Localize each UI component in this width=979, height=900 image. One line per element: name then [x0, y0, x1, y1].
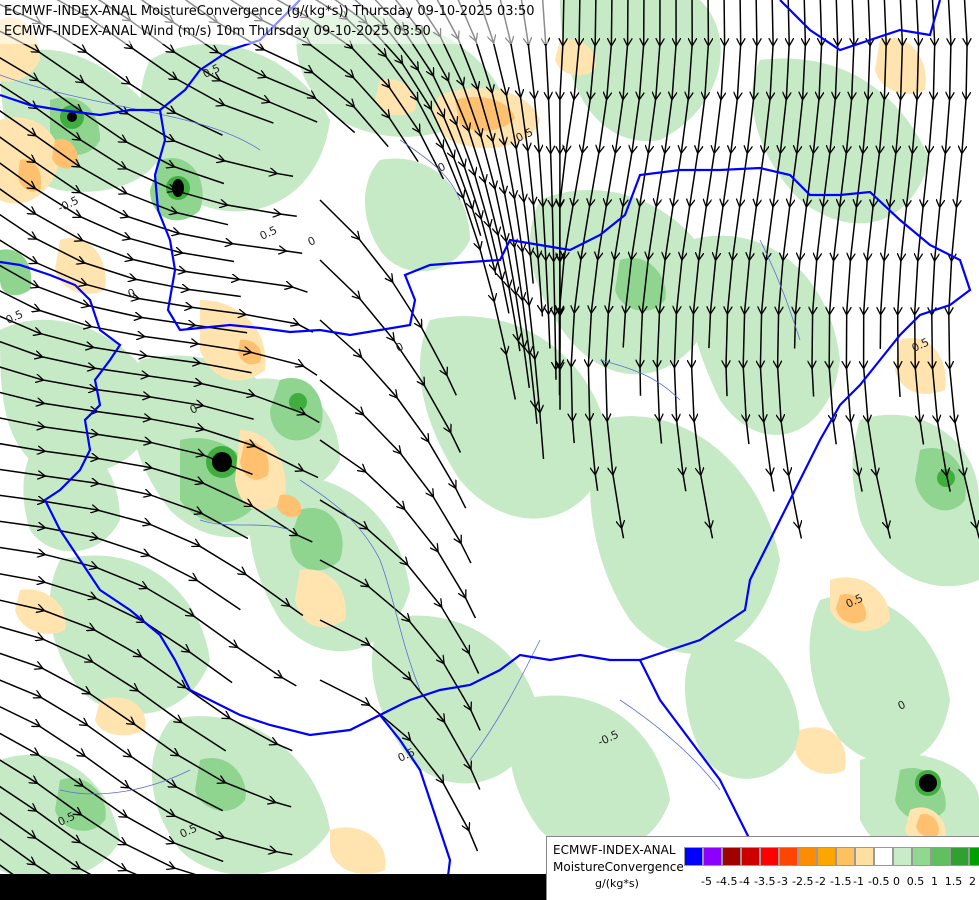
- legend-tick-label: 2: [969, 875, 976, 888]
- legend-swatch: [931, 847, 950, 866]
- legend-tick-label: -0.5: [868, 875, 890, 888]
- contour-label: -0.5: [56, 194, 81, 215]
- legend-swatch: [798, 847, 817, 866]
- legend-ticks: -5 -4.5 -4 -3.5 -3 -2.5 -2 -1.5 -1 -0.5 0 0.5 1 1.5 2: [697, 875, 979, 888]
- legend-tick-label: -2.5: [792, 875, 814, 888]
- legend-tick-label: 1: [931, 875, 938, 888]
- contour-label: 0: [436, 160, 448, 175]
- contour-label: 0: [306, 234, 318, 249]
- legend-model: ECMWF-INDEX-ANAL: [553, 843, 676, 857]
- contour-label: 0.5: [4, 308, 25, 327]
- legend-swatch: [779, 847, 798, 866]
- legend-tick-label: -2: [815, 875, 826, 888]
- legend-swatch: [950, 847, 969, 866]
- bottom-bar: [0, 874, 546, 900]
- legend-swatch: [912, 847, 931, 866]
- title-line-2: ECMWF-INDEX-ANAL Wind (m/s) 10m Thursday…: [4, 24, 431, 39]
- contour-label: 0.5: [910, 336, 931, 355]
- legend-tick-label: -1.5: [830, 875, 852, 888]
- legend-tick-label: -4.5: [716, 875, 738, 888]
- contour-label: 0.5: [201, 62, 222, 81]
- legend-unit: g/(kg*s): [595, 877, 639, 890]
- legend-swatch: [855, 847, 874, 866]
- contour-label: 0.5: [178, 822, 199, 841]
- map-title-box: ECMWF-INDEX-ANAL MoistureConvergence (g/…: [0, 0, 548, 44]
- legend-swatch: [969, 847, 979, 866]
- contour-label: 0: [896, 698, 908, 713]
- contour-label: 0: [126, 286, 138, 301]
- legend-swatch: [874, 847, 893, 866]
- legend-tick-label: -1: [853, 875, 864, 888]
- legend-swatch: [836, 847, 855, 866]
- contour-label: -0.5: [596, 728, 621, 749]
- contour-label: 0: [394, 340, 406, 355]
- weather-map: 0.5 0 0.5 0 -0.5 0.5 0 0.5 0 0.5 0 0.5 -0.5 0 0.5 0.5 0.…: [0, 0, 979, 900]
- legend-tick-label: -3: [777, 875, 788, 888]
- color-legend: ECMWF-INDEX-ANAL MoistureConvergence g/(…: [546, 836, 979, 900]
- legend-swatch: [893, 847, 912, 866]
- legend-swatch: [741, 847, 760, 866]
- contour-label: 0: [188, 402, 200, 417]
- title-line-1: ECMWF-INDEX-ANAL MoistureConvergence (g/…: [4, 4, 535, 19]
- legend-swatch: [760, 847, 779, 866]
- legend-tick-label: 0: [893, 875, 900, 888]
- legend-tick-label: -5: [701, 875, 712, 888]
- legend-parameter: MoistureConvergence: [553, 860, 684, 874]
- legend-tick-label: -4: [739, 875, 750, 888]
- contour-label: 0.5: [844, 592, 865, 611]
- legend-tick-label: -3.5: [754, 875, 776, 888]
- contour-label: 0.5: [396, 746, 417, 765]
- legend-swatch: [817, 847, 836, 866]
- contour-label: 0.5: [258, 224, 279, 243]
- legend-swatches: [684, 847, 979, 866]
- contour-labels: 0.5 0 0.5 0 -0.5 0.5 0 0.5 0 0.5 0 0.5 -0.5 0 0.5 0.5 0.…: [4, 62, 931, 841]
- legend-swatch: [703, 847, 722, 866]
- legend-swatch: [722, 847, 741, 866]
- legend-swatch: [684, 847, 703, 866]
- legend-tick-label: 1.5: [944, 875, 963, 888]
- contour-label: 0.5: [56, 810, 77, 829]
- contour-label: 0.5: [514, 126, 535, 145]
- legend-tick-label: 0.5: [906, 875, 925, 888]
